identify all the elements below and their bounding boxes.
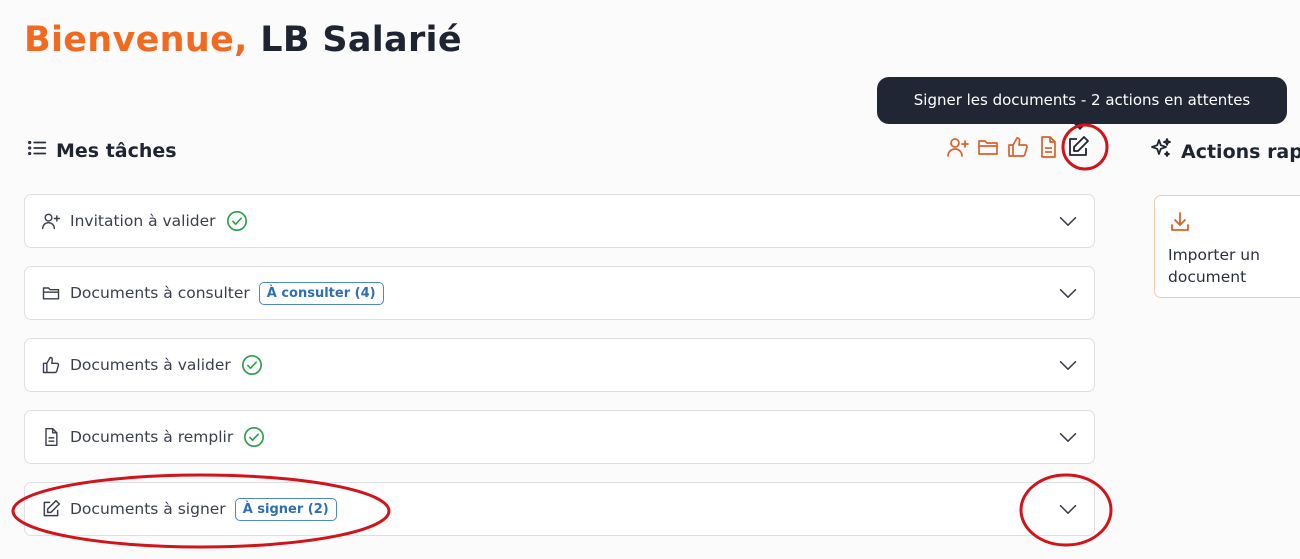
task-list: Invitation à valider Documents à consult… (24, 194, 1095, 554)
check-circle-icon (241, 354, 263, 376)
task-label: Documents à valider (70, 356, 231, 374)
folder-icon (40, 282, 62, 304)
sign-documents-tooltip: Signer les documents - 2 actions en atte… (877, 77, 1287, 130)
thumbs-up-icon (40, 354, 62, 376)
task-invitation[interactable]: Invitation à valider (24, 194, 1095, 248)
task-label: Invitation à valider (70, 212, 216, 230)
add-user-icon[interactable] (946, 133, 970, 161)
page-title: Bienvenue, LB Salarié (24, 20, 462, 60)
task-label: Documents à signer (70, 500, 226, 518)
quick-actions-title: Actions rap (1149, 137, 1300, 166)
chevron-down-icon[interactable] (1058, 427, 1078, 447)
download-icon (1168, 212, 1192, 238)
chevron-down-icon[interactable] (1058, 211, 1078, 231)
chevron-down-icon[interactable] (1058, 283, 1078, 303)
task-documents-validate[interactable]: Documents à valider (24, 338, 1095, 392)
document-icon[interactable] (1036, 133, 1060, 161)
status-badge: À signer (2) (234, 497, 337, 521)
chevron-down-icon[interactable] (1058, 355, 1078, 375)
add-user-icon (40, 210, 62, 232)
greeting-text: Bienvenue, (24, 20, 248, 60)
status-badge: À consulter (4) (258, 281, 384, 305)
task-label: Documents à remplir (70, 428, 234, 446)
sparkles-icon (1149, 137, 1173, 166)
check-circle-icon (226, 210, 248, 232)
task-filter-icons (946, 133, 1090, 161)
user-name: LB Salarié (260, 20, 462, 60)
task-documents-fill[interactable]: Documents à remplir (24, 410, 1095, 464)
import-document-label: Importer un document (1168, 246, 1260, 286)
chevron-down-icon[interactable] (1058, 499, 1078, 519)
import-document-button[interactable]: Importer un document (1154, 195, 1300, 298)
quick-actions-title-text: Actions rap (1181, 140, 1300, 163)
task-documents-sign[interactable]: Documents à signer À signer (2) (24, 482, 1095, 536)
list-icon (26, 137, 48, 164)
tasks-section-title: Mes tâches (26, 137, 177, 164)
tasks-title-text: Mes tâches (56, 139, 177, 162)
task-documents-consult[interactable]: Documents à consulter À consulter (4) (24, 266, 1095, 320)
check-circle-icon (243, 426, 265, 448)
edit-icon (40, 498, 62, 520)
folder-icon[interactable] (976, 133, 1000, 161)
edit-icon[interactable] (1066, 133, 1090, 161)
task-label: Documents à consulter (70, 284, 250, 302)
thumbs-up-icon[interactable] (1006, 133, 1030, 161)
document-icon (40, 426, 62, 448)
